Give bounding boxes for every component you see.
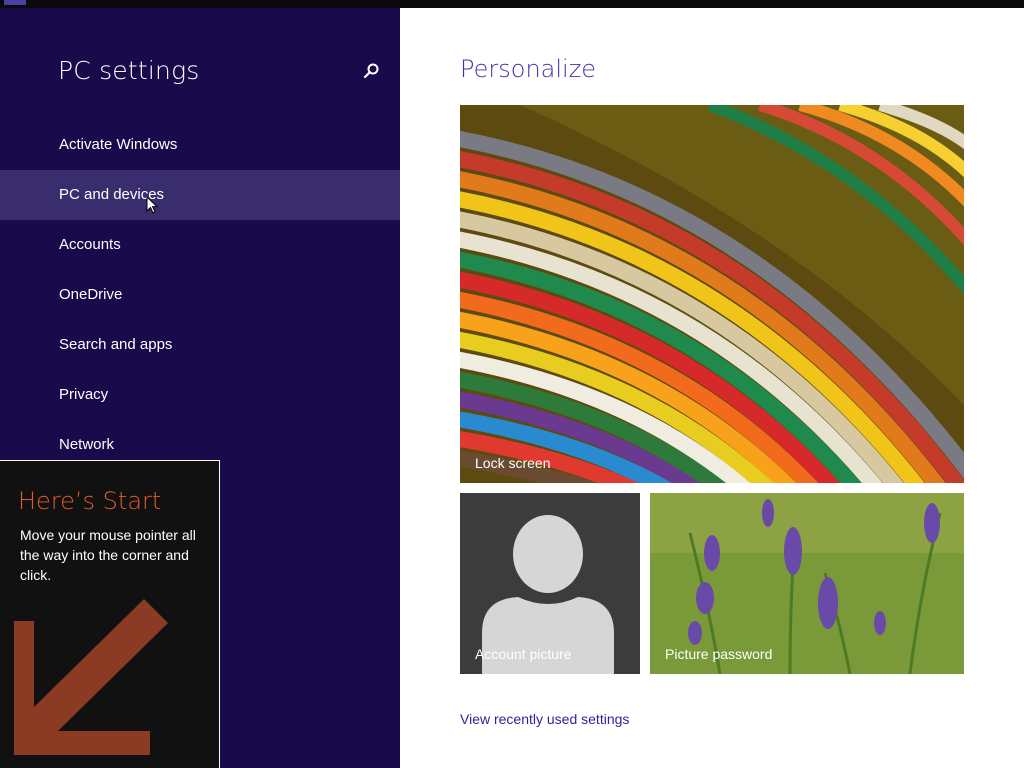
lock-screen-image xyxy=(460,105,964,483)
tip-title: Here’s Start xyxy=(18,487,162,515)
view-recent-settings-link[interactable]: View recently used settings xyxy=(460,711,629,727)
search-icon xyxy=(363,63,379,79)
account-picture-tile[interactable]: Account picture xyxy=(460,493,640,674)
nav-item-search-and-apps[interactable]: Search and apps xyxy=(0,320,400,370)
sidebar-title: PC settings xyxy=(58,56,200,85)
nav-item-pc-and-devices[interactable]: PC and devices xyxy=(0,170,400,220)
nav-item-privacy[interactable]: Privacy xyxy=(0,370,400,420)
picture-password-label: Picture password xyxy=(665,646,773,662)
app-icon xyxy=(4,0,26,5)
mouse-cursor-icon xyxy=(146,196,158,214)
arrow-down-left-icon xyxy=(14,599,168,755)
account-picture-label: Account picture xyxy=(475,646,572,662)
window-title-bar xyxy=(0,0,1024,8)
lock-screen-tile[interactable]: Lock screen xyxy=(460,105,964,483)
search-button[interactable] xyxy=(360,60,382,82)
settings-nav: Activate Windows PC and devices Accounts… xyxy=(0,120,400,470)
nav-item-activate-windows[interactable]: Activate Windows xyxy=(0,120,400,170)
picture-password-tile[interactable]: Picture password xyxy=(650,493,964,674)
start-tip-panel: Here’s Start Move your mouse pointer all… xyxy=(0,460,220,768)
nav-item-accounts[interactable]: Accounts xyxy=(0,220,400,270)
lock-screen-label: Lock screen xyxy=(475,455,551,471)
nav-item-onedrive[interactable]: OneDrive xyxy=(0,270,400,320)
page-title: Personalize xyxy=(460,55,597,83)
tip-body: Move your mouse pointer all the way into… xyxy=(20,527,196,583)
